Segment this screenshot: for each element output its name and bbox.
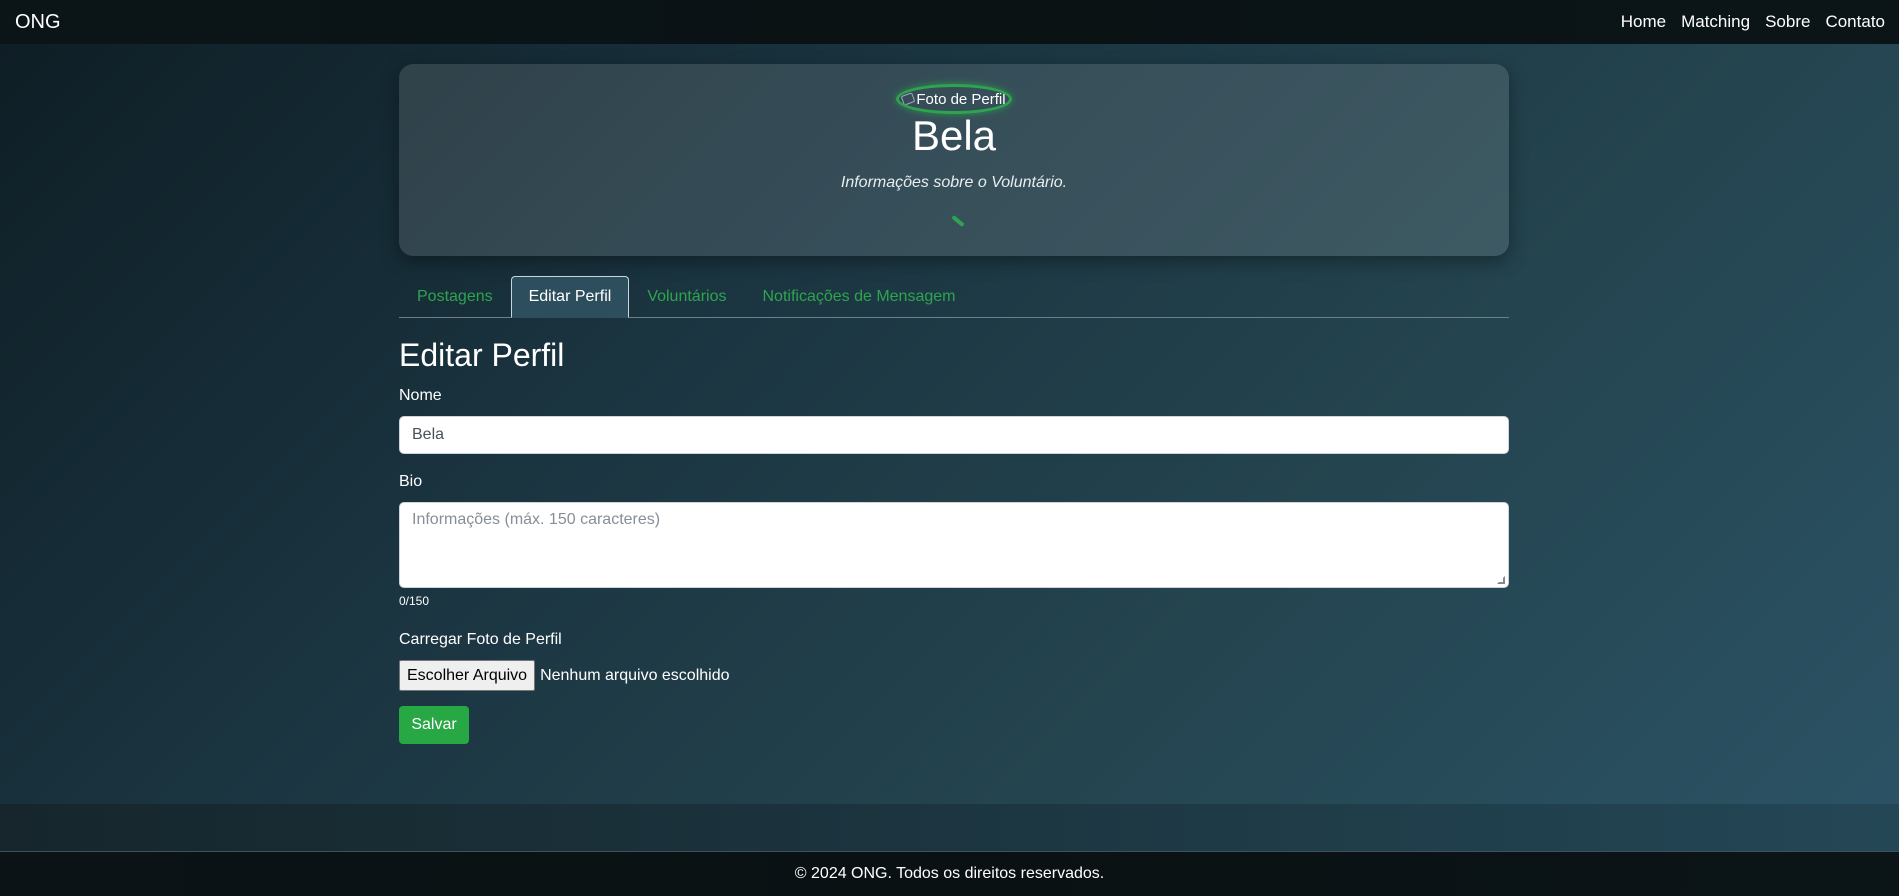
profile-tabs: Postagens Editar Perfil Voluntários Noti… (399, 276, 1509, 318)
tab-editar-perfil[interactable]: Editar Perfil (510, 276, 630, 318)
nav-link-matching[interactable]: Matching (1681, 12, 1750, 32)
avatar: Foto de Perfil (896, 84, 1012, 114)
profile-card: Foto de Perfil Bela Informações sobre o … (399, 64, 1509, 256)
nav-links: Home Matching Sobre Contato (1606, 12, 1885, 32)
bio-placeholder: Informações (máx. 150 caracteres) (412, 511, 661, 528)
footer-spacer (0, 804, 1899, 851)
name-label: Nome (399, 387, 442, 404)
name-input[interactable]: Bela (399, 416, 1509, 454)
photo-upload-label: Carregar Foto de Perfil (399, 631, 562, 648)
broken-image-icon (901, 92, 916, 106)
nav-link-sobre[interactable]: Sobre (1765, 12, 1810, 32)
loading-spinner-icon (951, 214, 965, 228)
footer-copyright: © 2024 ONG. Todos os direitos reservados… (794, 865, 1105, 882)
choose-file-button[interactable]: Escolher Arquivo (399, 660, 536, 691)
profile-bio: Informações sobre o Voluntário. (840, 174, 1068, 191)
nav-link-contato[interactable]: Contato (1825, 12, 1885, 32)
tab-voluntarios[interactable]: Voluntários (629, 276, 744, 318)
file-status: Nenhum arquivo escolhido (540, 666, 730, 684)
nav-link-home[interactable]: Home (1621, 12, 1666, 32)
resize-grip-icon[interactable] (1497, 576, 1505, 584)
tab-postagens[interactable]: Postagens (399, 276, 511, 318)
brand-logo[interactable]: ONG (15, 11, 61, 34)
form-title: Editar Perfil (399, 337, 565, 373)
file-input: Escolher Arquivo Nenhum arquivo escolhid… (399, 660, 730, 691)
save-button[interactable]: Salvar (399, 706, 469, 744)
navbar: ONG Home Matching Sobre Contato (0, 0, 1899, 44)
avatar-alt-text: Foto de Perfil (916, 90, 1006, 108)
bio-char-counter: 0/150 (399, 594, 430, 608)
bio-label: Bio (399, 473, 423, 490)
bio-textarea[interactable]: Informações (máx. 150 caracteres) (399, 502, 1509, 588)
tab-notificacoes[interactable]: Notificações de Mensagem (744, 276, 973, 318)
profile-name: Bela (911, 112, 997, 159)
footer: © 2024 ONG. Todos os direitos reservados… (0, 851, 1899, 896)
